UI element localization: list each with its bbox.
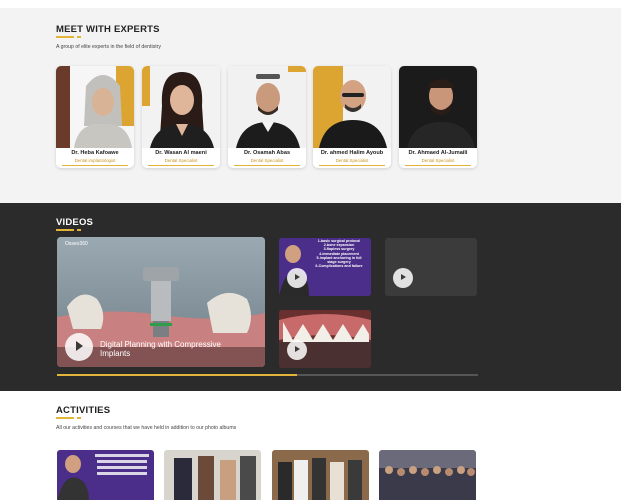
activity-card-2[interactable] [164,450,261,500]
videos-title-underline-dot [77,229,81,231]
page: MEET WITH EXPERTS A group of elite exper… [0,0,621,500]
activity-card-4-image [379,450,476,500]
videos-carousel-progress-fill [57,374,297,376]
experts-subtitle: A group of elite experts in the field of… [56,44,161,50]
expert-role-2: Dental Specialist [164,158,198,163]
activity-card-3-image [272,450,369,500]
main-video-play-button[interactable] [65,333,93,361]
video-thumb-3-play-button[interactable] [287,340,307,360]
expert-card-3[interactable]: Dr. Osamah Abas Dental Specialist [228,66,306,168]
video-thumb-2[interactable] [385,238,477,296]
expert-photo-1 [56,66,134,148]
expert-name-1: Dr. Heba Kafoawe [71,150,119,156]
main-video-title: Digital Planning with Compressive Implan… [100,340,221,358]
activities-title-underline-dot [77,417,81,419]
expert-name-5: Dr. Ahmaed Al-Jumaili [408,150,468,156]
activities-title: ACTIVITIES [56,405,111,416]
expert-role-5: Dental Specialist [421,158,455,163]
expert-photo-4 [313,66,391,148]
expert-photo-5 [399,66,477,148]
experts-title: MEET WITH EXPERTS [56,24,160,35]
activity-card-1[interactable] [57,450,154,500]
activities-title-underline [56,417,74,419]
experts-title-underline-dot [77,36,81,38]
expert-role-4: Dental Specialist [335,158,369,163]
video-thumb-2-play-button[interactable] [393,268,413,288]
activity-card-1-image [57,450,154,500]
video-thumb-1-text: 1-basic surgical protocol 2-bone expansi… [315,239,363,269]
video-thumb-1-play-button[interactable] [287,268,307,288]
expert-name-4: Dr. ahmed Halim Ayoub [320,150,384,156]
expert-card-4[interactable]: Dr. ahmed Halim Ayoub Dental Specialist [313,66,391,168]
videos-title-underline [56,229,74,231]
activity-card-2-image [164,450,261,500]
experts-section: MEET WITH EXPERTS A group of elite exper… [0,8,621,203]
expert-photo-3 [228,66,306,148]
activity-card-4[interactable] [379,450,476,500]
activity-card-3[interactable] [272,450,369,500]
videos-carousel-progress[interactable] [57,374,478,376]
experts-title-underline [56,36,74,38]
activities-subtitle: All our activities and courses that we h… [56,425,237,431]
expert-card-bar-4 [319,164,385,166]
expert-photo-2 [142,66,220,148]
video-thumb-3[interactable] [279,310,371,368]
expert-role-3: Dental Specialist [250,158,284,163]
expert-card-1[interactable]: Dr. Heba Kafoawe Dental implantologist [56,66,134,168]
expert-card-bar-2 [148,164,214,166]
expert-name-3: Dr. Osamah Abas [243,150,291,156]
video-brand-logo: Osseo360 [65,241,88,247]
expert-card-2[interactable]: Dr. Wasan Al maeni Dental Specialist [142,66,220,168]
expert-card-bar-1 [62,164,128,166]
videos-section: VIDEOS Osseo360 Digital Planning with Co… [0,203,621,391]
expert-card-bar-3 [234,164,300,166]
expert-card-bar-5 [405,164,471,166]
expert-role-1: Dental implantologist [74,158,116,163]
expert-name-2: Dr. Wasan Al maeni [155,150,207,156]
video-thumb-1[interactable]: 1-basic surgical protocol 2-bone expansi… [279,238,371,296]
videos-title: VIDEOS [56,217,94,228]
expert-card-5[interactable]: Dr. Ahmaed Al-Jumaili Dental Specialist [399,66,477,168]
